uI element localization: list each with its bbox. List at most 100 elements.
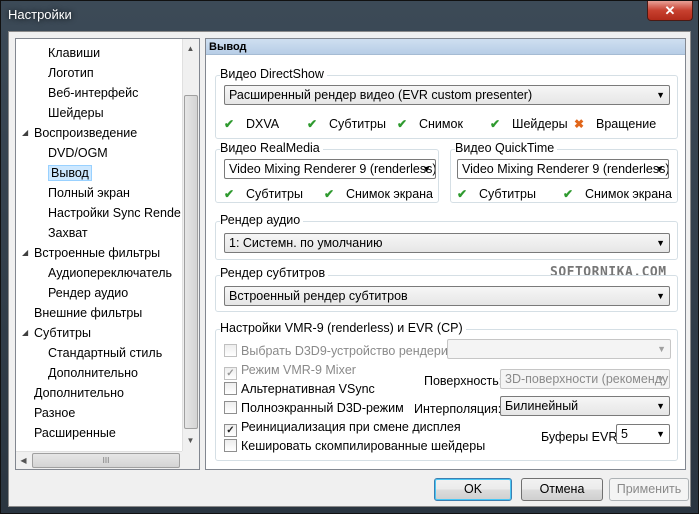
tree-item[interactable]: Дополнительно [34, 383, 124, 403]
d3d9-device-select[interactable]: ▼ [447, 339, 671, 359]
tree-item[interactable]: Логотип [48, 63, 94, 83]
vmr-settings-label: Настройки VMR-9 (renderless) и EVR (CP) [220, 321, 466, 335]
surface-select[interactable]: 3D-поверхности (рекоменду ▼ [500, 369, 670, 389]
capability-label: Снимок экрана [346, 187, 434, 201]
tree-item[interactable]: Субтитры [34, 323, 91, 343]
tree-item[interactable]: Воспроизведение [34, 123, 137, 143]
tree-item[interactable]: Настройки Sync Rende [48, 203, 181, 223]
surface-value: 3D-поверхности (рекоменду [505, 372, 669, 386]
subtitle-renderer-value: Встроенный рендер субтитров [229, 289, 408, 303]
dialog-client: Клавиши Логотип Веб-интерфейс Шейдеры Воспро… [8, 31, 691, 507]
vmr9-mixer-label: Режим VMR-9 Mixer [241, 363, 356, 377]
checkmark-icon: ✓ [224, 367, 237, 380]
tree-item-label: Захват [48, 226, 88, 240]
vmr9-mixer-checkbox[interactable]: ✓ Режим VMR-9 Mixer [224, 363, 356, 380]
tree-item-label: Внешние фильтры [34, 306, 143, 320]
tree-item[interactable]: Внешние фильтры [34, 303, 142, 323]
fullscreen-d3d-checkbox[interactable]: Полноэкранный D3D-режим [224, 401, 404, 415]
fullscreen-d3d-label: Полноэкранный D3D-режим [241, 401, 404, 415]
cross-icon: ✖ [574, 117, 585, 131]
tree-item-label: Вывод [48, 165, 92, 181]
quicktime-renderer-select[interactable]: Video Mixing Renderer 9 (renderless) ▼ [457, 159, 669, 179]
capability-label: Снимок [419, 117, 463, 131]
reinit-display-checkbox[interactable]: ✓ Реинициализация при смене дисплея [224, 420, 461, 437]
tree-item[interactable]: DVD/OGM [48, 143, 108, 163]
evr-buffers-label: Буферы EVR: [541, 430, 621, 444]
collapse-arrow-icon[interactable]: ◢ [22, 243, 31, 263]
collapse-arrow-icon[interactable]: ◢ [22, 123, 31, 143]
subtitle-renderer-label: Рендер субтитров [220, 266, 329, 280]
settings-tree: Клавиши Логотип Веб-интерфейс Шейдеры Воспро… [15, 38, 200, 470]
chevron-down-icon: ▼ [422, 164, 431, 174]
tree-item[interactable]: Полный экран [48, 183, 130, 203]
tree-item[interactable]: Расширенные [34, 423, 116, 443]
scrollbar-corner [182, 451, 199, 469]
tree-item[interactable]: Дополнительно [48, 363, 138, 383]
tree-hscroll-thumb[interactable]: III [32, 453, 180, 468]
checkmark-icon: ✔ [224, 187, 235, 201]
title-bar[interactable]: Настройки ✕ [1, 1, 698, 31]
tree-vscroll-thumb[interactable] [184, 95, 198, 429]
apply-button[interactable]: Применить [609, 478, 689, 501]
close-button[interactable]: ✕ [647, 1, 693, 21]
tree-item-label: Стандартный стиль [48, 346, 163, 360]
tree-item-label: Дополнительно [48, 366, 138, 380]
reinit-display-label: Реинициализация при смене дисплея [241, 420, 461, 434]
tree-horizontal-scrollbar[interactable]: ◀ III ▶ [16, 451, 199, 469]
capability-indicator: ✔ Субтитры [457, 186, 536, 202]
tree-item-label: Логотип [48, 66, 94, 80]
capability-indicator: ✔ Субтитры [224, 186, 303, 202]
ok-button[interactable]: OK [434, 478, 512, 501]
capability-label: DXVA [246, 117, 280, 131]
tree-item-label: Аудиопереключатель [48, 266, 173, 280]
tree-item[interactable]: Встроенные фильтры [34, 243, 160, 263]
capability-indicator: ✔ DXVA [224, 116, 279, 132]
quicktime-label: Видео QuickTime [455, 141, 558, 155]
d3d9-device-checkbox[interactable]: Выбрать D3D9-устройство рендеринга [224, 344, 466, 358]
tree-item[interactable]: Шейдеры [48, 103, 104, 123]
evr-buffers-value: 5 [621, 427, 628, 441]
scroll-left-icon[interactable]: ◀ [16, 453, 31, 469]
evr-buffers-select[interactable]: 5 ▼ [616, 424, 670, 444]
tree-item[interactable]: Захват [48, 223, 88, 243]
tree-item[interactable]: Рендер аудио [48, 283, 128, 303]
subtitle-renderer-select[interactable]: Встроенный рендер субтитров ▼ [224, 286, 670, 306]
tree-item[interactable]: Стандартный стиль [48, 343, 162, 363]
window-title: Настройки [8, 7, 72, 22]
chevron-down-icon: ▼ [656, 401, 665, 411]
tree-item-label: Полный экран [48, 186, 130, 200]
chevron-down-icon: ▼ [656, 90, 665, 100]
tree-item[interactable]: Вывод [48, 163, 92, 183]
surface-label: Поверхность: [424, 374, 503, 388]
cache-shaders-label: Кешировать скомпилированные шейдеры [241, 439, 486, 453]
realmedia-renderer-select[interactable]: Video Mixing Renderer 9 (renderless) ▼ [224, 159, 436, 179]
capability-label: Субтитры [246, 187, 303, 201]
tree-item[interactable]: Аудиопереключатель [48, 263, 172, 283]
directshow-renderer-select[interactable]: Расширенный рендер видео (EVR custom pre… [224, 85, 670, 105]
audio-renderer-value: 1: Системн. по умолчанию [229, 236, 383, 250]
capability-indicator: ✔ Снимок [397, 116, 463, 132]
alt-vsync-label: Альтернативная VSync [241, 382, 375, 396]
scroll-down-icon[interactable]: ▼ [183, 433, 198, 449]
scroll-up-icon[interactable]: ▲ [183, 41, 198, 57]
collapse-arrow-icon[interactable]: ◢ [22, 323, 31, 343]
chevron-down-icon: ▼ [656, 374, 665, 384]
audio-renderer-select[interactable]: 1: Системн. по умолчанию ▼ [224, 233, 670, 253]
chevron-down-icon: ▼ [655, 164, 664, 174]
checkmark-icon: ✔ [307, 117, 318, 131]
checkmark-icon: ✓ [224, 424, 237, 437]
tree-item[interactable]: Разное [34, 403, 75, 423]
tree-item[interactable]: Веб-интерфейс [48, 83, 138, 103]
tree-node-icon [22, 383, 31, 403]
capability-label: Шейдеры [512, 117, 568, 131]
alt-vsync-checkbox[interactable]: Альтернативная VSync [224, 382, 375, 396]
checkmark-icon: ✔ [563, 187, 574, 201]
chevron-down-icon: ▼ [656, 291, 665, 301]
settings-window: Настройки ✕ Клавиши Логотип Веб-интерфейс Ш… [0, 0, 699, 514]
cache-shaders-checkbox[interactable]: Кешировать скомпилированные шейдеры [224, 439, 485, 453]
tree-vertical-scrollbar[interactable]: ▲ ▼ [182, 39, 199, 451]
cancel-button[interactable]: Отмена [521, 478, 603, 501]
interpolation-select[interactable]: Билинейный ▼ [500, 396, 670, 416]
audio-renderer-label: Рендер аудио [220, 213, 304, 227]
tree-item[interactable]: Клавиши [48, 43, 100, 63]
